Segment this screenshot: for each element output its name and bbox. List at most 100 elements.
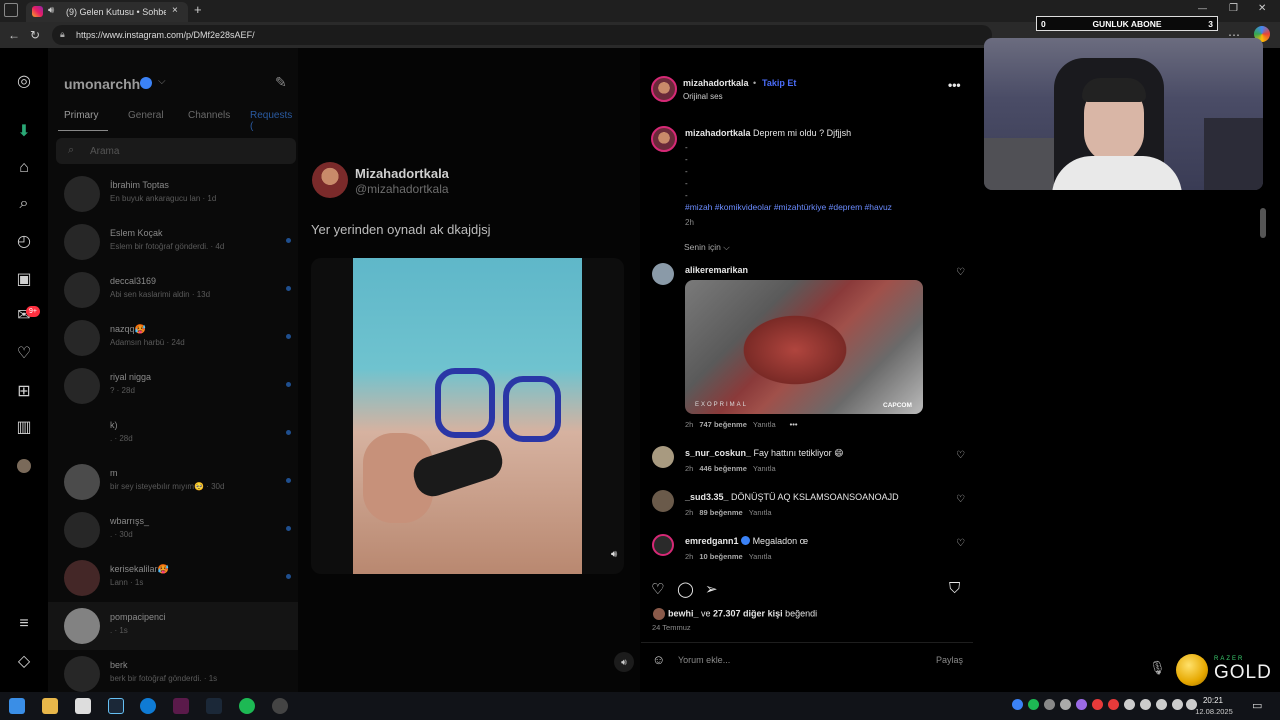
tray-icon[interactable]: [1124, 699, 1135, 710]
steam-icon[interactable]: [206, 698, 222, 714]
comment-username[interactable]: _sud3.35_: [685, 492, 729, 502]
url-field[interactable]: 🔒︎ https://www.instagram.com/p/DMf2e28sA…: [52, 25, 992, 45]
caption-avatar[interactable]: [651, 126, 677, 152]
comment-likes[interactable]: 747 beğenme: [699, 420, 747, 429]
speaker-icon[interactable]: 🔊︎: [48, 5, 54, 16]
tray-icon[interactable]: [1108, 699, 1119, 710]
comment-like-heart-icon[interactable]: ♡: [956, 494, 965, 505]
notifications-heart-icon[interactable]: ♡: [14, 344, 34, 364]
create-icon[interactable]: ⊞: [14, 382, 34, 402]
reply-button[interactable]: Yanıtla: [749, 552, 772, 561]
liked-by[interactable]: bewhi_ ve 27.307 diğer kişi beğendi: [653, 608, 817, 620]
comment-like-heart-icon[interactable]: ♡: [956, 538, 965, 549]
dashboard-icon[interactable]: ▥: [14, 418, 34, 438]
back-button[interactable]: ←: [8, 28, 20, 42]
video-mute-icon[interactable]: 🔊︎: [611, 549, 617, 560]
conversation-item[interactable]: deccal3169 Abi sen kaslarimi aldin · 13d: [48, 266, 298, 314]
download-icon[interactable]: ⬇: [14, 122, 34, 142]
tray-icon[interactable]: [1092, 699, 1103, 710]
obs-icon[interactable]: [272, 698, 288, 714]
comment-username[interactable]: emredgann1: [685, 536, 739, 546]
comment-bubble-icon[interactable]: ◯: [677, 580, 694, 598]
share-send-icon[interactable]: ➢: [705, 580, 718, 598]
post-author-username[interactable]: mizahadortkala: [683, 78, 749, 88]
more-menu-icon[interactable]: ≡: [14, 614, 34, 634]
comment-gif[interactable]: EXOPRIMAL CAPCOM: [685, 280, 923, 414]
caption-username[interactable]: mizahadortkala: [685, 128, 751, 138]
follow-button[interactable]: Takip Et: [762, 78, 796, 88]
edge-icon[interactable]: [140, 698, 156, 714]
comment-input[interactable]: Yorum ekle...: [678, 655, 730, 665]
dm-search-input[interactable]: ⌕ Arama: [56, 138, 296, 164]
minimize-button[interactable]: —: [1198, 3, 1207, 13]
network-icon[interactable]: [1172, 699, 1183, 710]
conversation-item[interactable]: wbarrışs_ . · 30d: [48, 506, 298, 554]
new-tab-button[interactable]: +: [194, 2, 202, 17]
reload-button[interactable]: ↻: [30, 28, 40, 42]
tab-requests[interactable]: Requests (: [250, 110, 298, 132]
conversation-item-selected[interactable]: pompacipenci . · 1s: [48, 602, 298, 650]
comment-username[interactable]: s_nur_coskun_: [685, 448, 751, 458]
home-icon[interactable]: ⌂: [14, 158, 34, 178]
reel-audio-icon[interactable]: 🔊︎: [614, 652, 634, 672]
tab-close-icon[interactable]: ×: [172, 5, 178, 16]
windows-start-icon[interactable]: [9, 698, 25, 714]
post-options-icon[interactable]: •••: [948, 78, 961, 92]
notifications-icon[interactable]: ▭: [1252, 699, 1262, 712]
tab-actions-icon[interactable]: [4, 3, 18, 17]
spotify-tray-icon[interactable]: [1028, 699, 1039, 710]
microphone-icon[interactable]: 🎙︎: [1149, 660, 1166, 676]
tray-icon[interactable]: [1156, 699, 1167, 710]
compose-icon[interactable]: ✎: [275, 74, 287, 91]
comment-likes[interactable]: 10 beğenme: [699, 552, 742, 561]
comment-like-heart-icon[interactable]: ♡: [956, 450, 965, 461]
conversation-item[interactable]: m bir sey isteyebılır mıyım🥺 · 30d: [48, 458, 298, 506]
tray-icon[interactable]: [1140, 699, 1151, 710]
reply-button[interactable]: Yanıtla: [753, 464, 776, 473]
tray-icon[interactable]: [1044, 699, 1055, 710]
store-icon[interactable]: [75, 698, 91, 714]
like-heart-icon[interactable]: ♡: [651, 580, 664, 598]
app-icon[interactable]: [173, 698, 189, 714]
post-author-avatar[interactable]: [651, 76, 677, 102]
caption-hashtags[interactable]: #mizah #komikvideolar #mizahtürkiye #dep…: [685, 202, 892, 212]
file-explorer-icon[interactable]: [42, 698, 58, 714]
clock-time[interactable]: 20:21: [1198, 696, 1228, 705]
comment-avatar[interactable]: [652, 490, 674, 512]
tab-channels[interactable]: Channels: [188, 110, 230, 121]
instagram-logo-icon[interactable]: ◎: [14, 72, 34, 92]
comment-options-icon[interactable]: •••: [790, 420, 798, 429]
reels-icon[interactable]: ▣: [14, 270, 34, 290]
conversation-item[interactable]: Eslem Koçak Eslem bir fotoğraf gönderdi.…: [48, 218, 298, 266]
comment-like-heart-icon[interactable]: ♡: [956, 267, 965, 278]
original-audio-link[interactable]: Orijinal ses: [683, 92, 723, 101]
comment-username[interactable]: alikeremarikan: [685, 265, 748, 275]
post-comment-button[interactable]: Paylaş: [936, 655, 963, 665]
conversation-item[interactable]: riyal nigga ? · 28d: [48, 362, 298, 410]
bluetooth-icon[interactable]: [1012, 699, 1023, 710]
steam-icon[interactable]: [108, 698, 124, 714]
tray-icon[interactable]: [1076, 699, 1087, 710]
conversation-item[interactable]: k) . · 28d: [48, 410, 298, 458]
comment-likes[interactable]: 446 beğenme: [699, 464, 747, 473]
conversation-item[interactable]: nazqq🥵 Adamsın harbü · 24d: [48, 314, 298, 362]
emoji-icon[interactable]: ☺: [652, 652, 665, 667]
comment-avatar[interactable]: [652, 446, 674, 468]
threads-icon[interactable]: ◇: [14, 652, 34, 672]
reply-button[interactable]: Yanıtla: [749, 508, 772, 517]
comment-avatar[interactable]: [652, 534, 674, 556]
conversation-item[interactable]: İbrahim Toptas En buyuk ankaragucu lan ·…: [48, 170, 298, 218]
page-scrollbar[interactable]: [1260, 208, 1266, 238]
save-bookmark-icon[interactable]: ⛉: [949, 580, 960, 597]
tab-primary[interactable]: Primary: [64, 110, 98, 121]
maximize-button[interactable]: ❐: [1229, 3, 1238, 14]
reply-button[interactable]: Yanıtla: [753, 420, 776, 429]
comment-sort-dropdown[interactable]: Senin için ⌵: [684, 242, 730, 253]
window-close-button[interactable]: ✕: [1258, 3, 1266, 14]
browser-tab[interactable]: 🔊︎ (9) Gelen Kutusu • Sohbetler ×: [26, 2, 188, 22]
spotify-icon[interactable]: [239, 698, 255, 714]
tab-general[interactable]: General: [128, 110, 164, 121]
comment-likes[interactable]: 89 beğenme: [699, 508, 742, 517]
explore-icon[interactable]: ◴: [14, 232, 34, 252]
dm-username[interactable]: umonarchh: [64, 76, 140, 92]
